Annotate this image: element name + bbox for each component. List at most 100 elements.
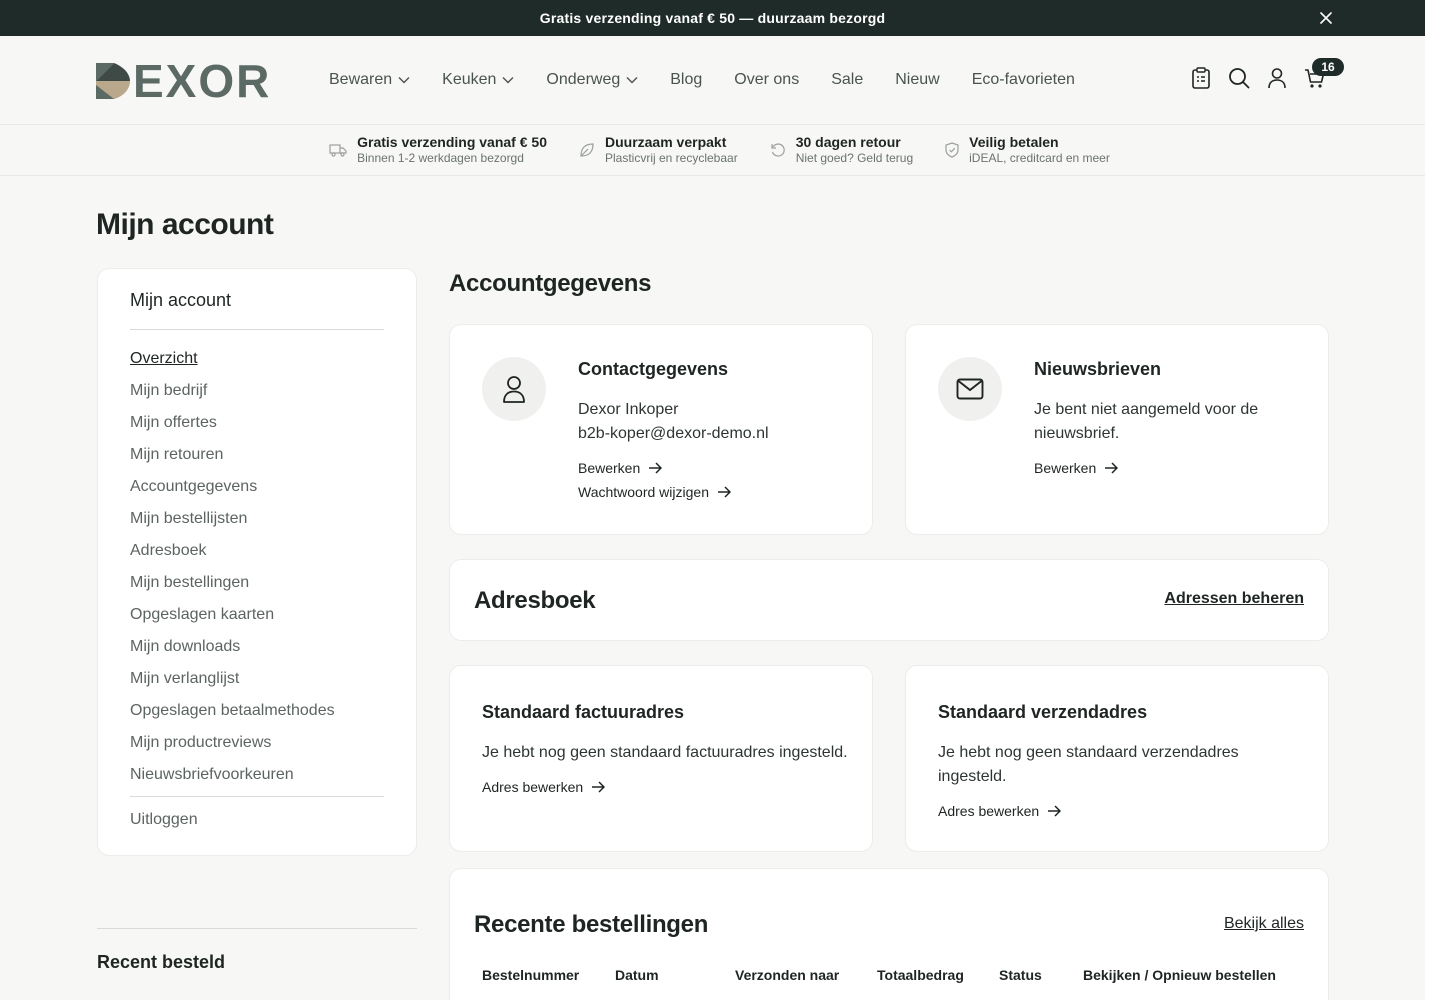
avatar [482,357,546,421]
change-password-link[interactable]: Wachtwoord wijzigen [578,480,848,504]
newsletter-title: Nieuwsbrieven [1034,359,1162,379]
contact-name: Dexor Inkoper [578,401,679,418]
sidebar-item-overzicht[interactable]: Overzicht [130,348,384,380]
logo[interactable]: EXOR [96,55,272,107]
link-label: Adres bewerken [482,779,584,795]
leaf-icon [580,143,594,157]
nav-label: Over ons [734,71,800,88]
edit-billing-address-link[interactable]: Adres bewerken [482,775,848,799]
contact-title: Contactgegevens [578,359,729,379]
nav-label: Nieuw [895,71,940,88]
arrow-right-icon [1048,805,1062,817]
chevron-down-icon [626,77,638,84]
header-actions: 16 [1190,58,1344,90]
divider [97,928,417,929]
addressbook-card: Adresboek Adressen beheren [449,559,1329,641]
sidebar-item-mijn-downloads[interactable]: Mijn downloads [130,636,384,668]
contact-card: Contactgegevens Dexor Inkoper b2b-koper@… [449,324,873,535]
nav-item-bewaren[interactable]: Bewaren [329,69,410,91]
account-sidebar: Mijn account Overzicht Mijn bedrijf Mijn… [97,268,417,856]
shipping-address-card: Standaard verzendadres Je hebt nog geen … [905,665,1329,852]
user-icon [503,376,525,403]
addressbook-title: Adresboek [474,587,596,614]
nav-item-eco-favorieten[interactable]: Eco-favorieten [972,69,1075,91]
logo-text: EXOR [133,55,272,107]
link-label: Adres bewerken [938,803,1040,819]
billing-address-text: Je hebt nog geen standaard factuuradres … [482,744,848,761]
billing-address-title: Standaard factuuradres [482,702,685,722]
cart-icon[interactable]: 16 [1304,58,1344,90]
edit-shipping-address-link[interactable]: Adres bewerken [938,799,1304,823]
sidebar-item-adresboek[interactable]: Adresboek [130,540,384,572]
close-icon[interactable] [1317,9,1335,27]
newsletter-text: Je bent niet aangemeld voor de nieuwsbri… [1034,401,1259,442]
cart-count-badge: 16 [1312,58,1344,76]
logout-link[interactable]: Uitloggen [130,811,198,829]
nav-label: Keuken [442,71,497,88]
sidebar-item-opgeslagen-betaalmethodes[interactable]: Opgeslagen betaalmethodes [130,700,384,732]
main-nav: Bewaren Keuken Onderweg Blog Over ons Sa… [329,69,1107,91]
sidebar-item-mijn-retouren[interactable]: Mijn retouren [130,444,384,476]
site-header: EXOR Bewaren Keuken Onderweg Blog Over o… [0,36,1425,125]
usp-item: Duurzaam verpakt Plasticvrij en recycleb… [579,134,738,166]
nav-label: Sale [831,71,864,88]
nav-item-over-ons[interactable]: Over ons [734,69,799,91]
edit-newsletter-link[interactable]: Bewerken [1034,456,1304,480]
view-all-orders-link[interactable]: Bekijk alles [1224,915,1304,933]
sidebar-item-mijn-offertes[interactable]: Mijn offertes [130,412,384,444]
nav-item-sale[interactable]: Sale [831,69,863,91]
billing-address-card: Standaard factuuradres Je hebt nog geen … [449,665,873,852]
usp-subtitle: iDEAL, creditcard en meer [969,151,1110,165]
nav-item-nieuw[interactable]: Nieuw [895,69,939,91]
sidebar-item-mijn-productreviews[interactable]: Mijn productreviews [130,732,384,764]
sidebar-item-mijn-bedrijf[interactable]: Mijn bedrijf [130,380,384,412]
search-icon[interactable] [1228,66,1250,90]
sidebar-item-nieuwsbriefvoorkeuren[interactable]: Nieuwsbriefvoorkeuren [130,764,384,796]
column-header[interactable]: Verzonden naar [735,967,839,983]
recent-orders-title: Recente bestellingen [474,911,709,938]
clipboard-icon[interactable] [1190,66,1212,90]
sidebar-item-opgeslagen-kaarten[interactable]: Opgeslagen kaarten [130,604,384,636]
user-icon[interactable] [1266,66,1288,90]
usp-item: 30 dagen retour Niet goed? Geld terug [770,134,913,166]
nav-item-blog[interactable]: Blog [670,69,702,91]
shield-icon [945,142,959,158]
usp-title: 30 dagen retour [795,134,901,150]
sidebar-item-mijn-bestellijsten[interactable]: Mijn bestellijsten [130,508,384,540]
recent-ordered-title: Recent besteld [97,952,226,972]
usp-title: Duurzaam verpakt [604,134,727,150]
nav-label: Blog [670,71,703,88]
sidebar-item-mijn-bestellingen[interactable]: Mijn bestellingen [130,572,384,604]
sidebar-item-mijn-verlanglijst[interactable]: Mijn verlanglijst [130,668,384,700]
manage-addresses-link[interactable]: Adressen beheren [1164,590,1304,608]
sidebar-title: Mijn account [130,290,232,310]
usp-subtitle: Binnen 1-2 werkdagen bezorgd [357,151,524,165]
mail-icon [956,378,984,400]
return-icon [771,143,785,157]
arrow-right-icon [1105,462,1119,474]
usp-item: Gratis verzending vanaf € 50 Binnen 1-2 … [329,134,547,166]
usp-item: Veilig betalen iDEAL, creditcard en meer [945,134,1110,166]
nav-item-onderweg[interactable]: Onderweg [546,69,638,91]
sidebar-nav: Overzicht Mijn bedrijf Mijn offertes Mij… [130,330,384,796]
sidebar-item-accountgegevens[interactable]: Accountgegevens [130,476,384,508]
column-header[interactable]: Totaalbedrag [877,967,964,983]
edit-contact-link[interactable]: Bewerken [578,456,848,480]
link-label: Bewerken [578,460,641,476]
nav-item-keuken[interactable]: Keuken [442,69,514,91]
chevron-down-icon [502,77,514,84]
column-header[interactable]: Bekijken / Opnieuw bestellen [1083,967,1276,983]
newsletter-card: Nieuwsbrieven Je bent niet aangemeld voo… [905,324,1329,535]
column-header[interactable]: Bestelnummer [482,967,579,983]
usp-subtitle: Plasticvrij en recyclebaar [604,151,738,165]
scrollbar-track[interactable] [1425,0,1440,1000]
chevron-down-icon [398,77,410,84]
arrow-right-icon [717,486,731,498]
avatar [938,357,1002,421]
arrow-right-icon [649,462,663,474]
shipping-address-title: Standaard verzendadres [938,702,1148,722]
column-header[interactable]: Datum [615,967,659,983]
logo-mark-icon [96,63,130,99]
usp-bar: Gratis verzending vanaf € 50 Binnen 1-2 … [0,125,1425,176]
column-header[interactable]: Status [999,967,1042,983]
